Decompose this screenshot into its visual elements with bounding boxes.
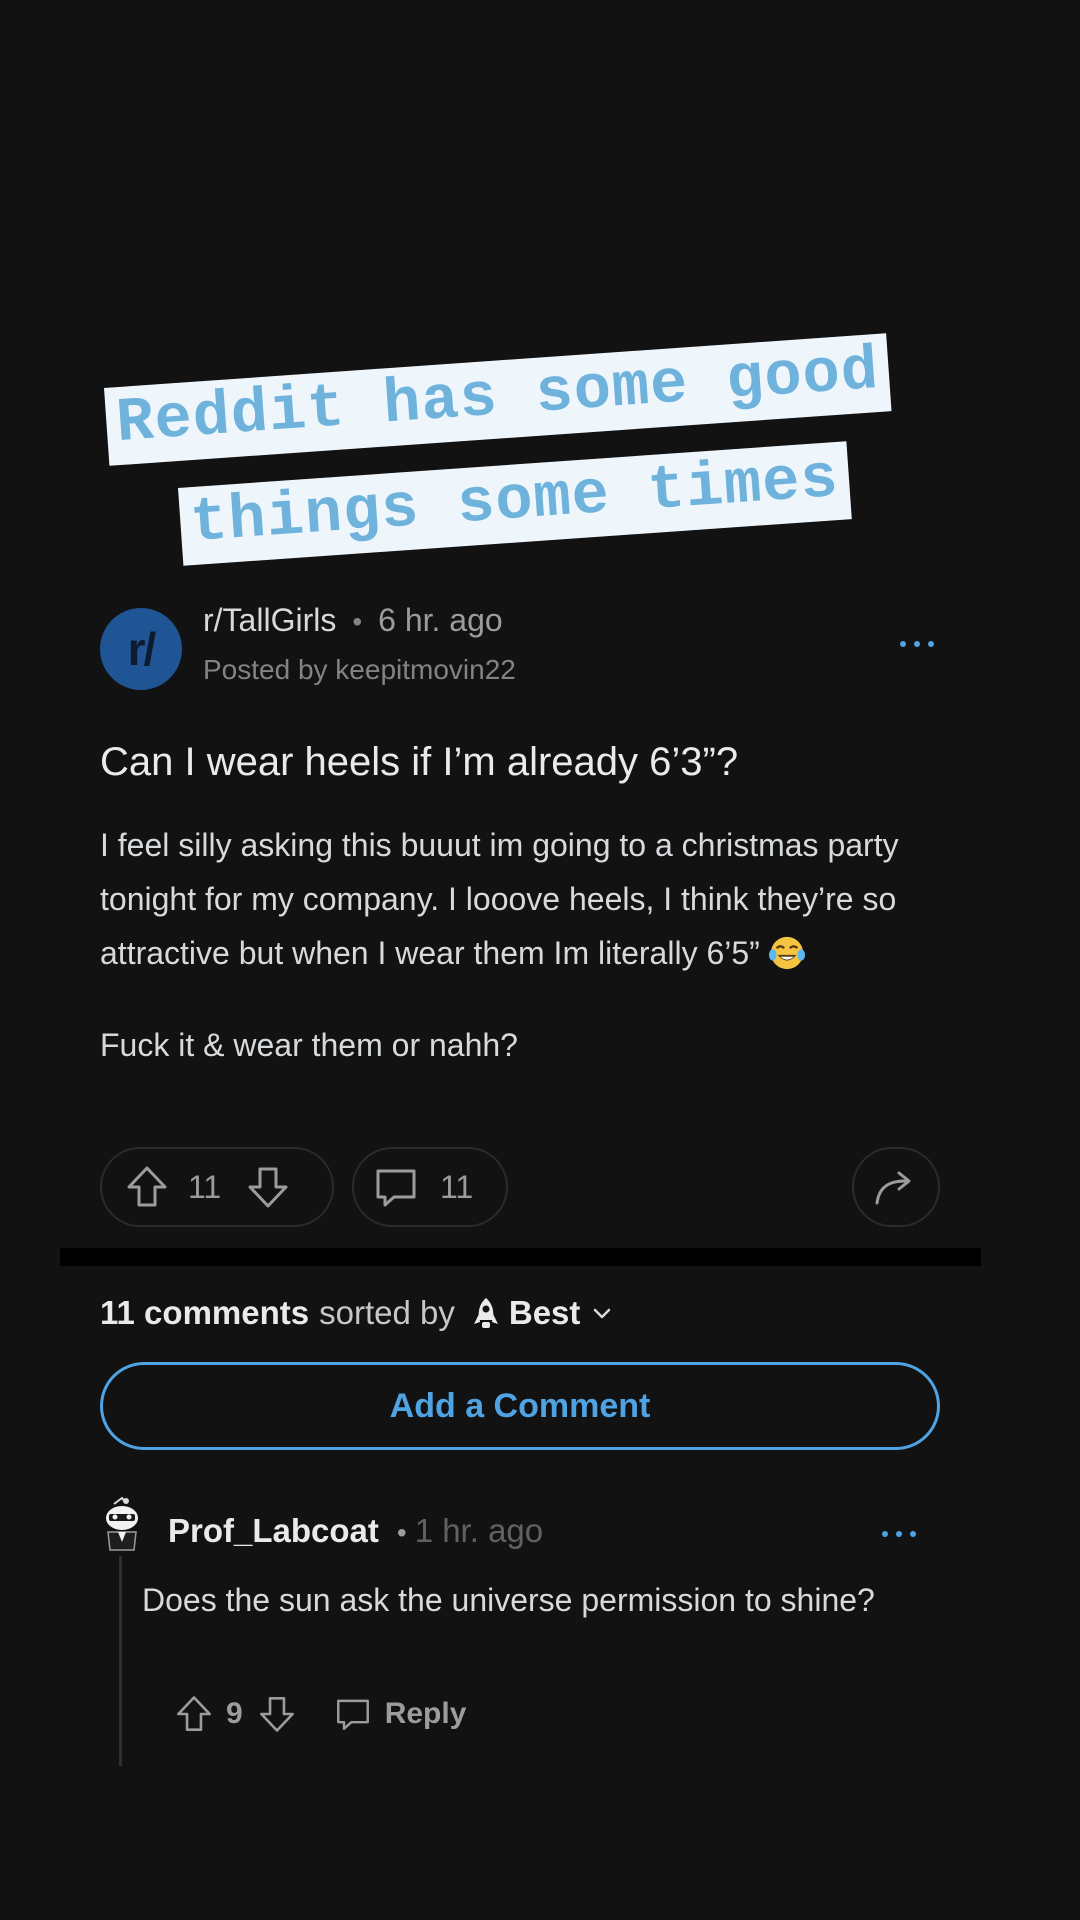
- comment-header: Prof_Labcoat • 1 hr. ago: [168, 1512, 543, 1550]
- vote-control: 11: [100, 1147, 334, 1227]
- subreddit-line: r/TallGirls • 6 hr. ago: [203, 602, 503, 639]
- upvote-icon[interactable]: [124, 1164, 170, 1210]
- comment-vote-count: 9: [226, 1697, 243, 1730]
- comment-author-name[interactable]: Prof_Labcoat: [168, 1512, 379, 1549]
- caption-text-2: things some times: [178, 441, 852, 566]
- comment-actions: 9 Reply: [174, 1694, 466, 1734]
- comments-button[interactable]: 11: [352, 1147, 508, 1227]
- comment-sort-bar: 11 comments sorted by Best: [100, 1294, 614, 1332]
- comment-upvote-icon[interactable]: [174, 1694, 214, 1734]
- comment-count-label: 11 comments: [100, 1294, 310, 1331]
- post-body-paragraph-2: Fuck it & wear them or nahh?: [100, 1027, 518, 1063]
- post-header: r/ r/TallGirls • 6 hr. ago Posted by keepi…: [100, 600, 940, 690]
- reply-bubble-icon[interactable]: [335, 1696, 371, 1732]
- sorted-by-label: sorted by: [319, 1294, 455, 1331]
- post-body-paragraph: I feel silly asking this buuut im going …: [100, 818, 960, 980]
- share-arrow-icon: [873, 1167, 919, 1207]
- post-body: I feel silly asking this buuut im going …: [100, 818, 960, 1072]
- laughing-tears-emoji-icon: [768, 934, 806, 972]
- commenter-avatar[interactable]: [100, 1496, 146, 1556]
- reply-button[interactable]: Reply: [385, 1697, 467, 1731]
- post-title: Can I wear heels if I’m already 6’3”?: [100, 740, 739, 784]
- subreddit-name[interactable]: r/TallGirls: [203, 602, 336, 638]
- comment-count: 11: [440, 1168, 474, 1205]
- comment-thread-line[interactable]: [119, 1556, 122, 1766]
- posted-by[interactable]: Posted by keepitmovin22: [203, 654, 516, 686]
- separator-dot: •: [396, 1517, 407, 1548]
- share-button[interactable]: [852, 1147, 940, 1227]
- section-divider: [60, 1248, 981, 1266]
- vote-count: 11: [188, 1168, 222, 1205]
- subreddit-avatar[interactable]: r/: [100, 608, 182, 690]
- more-options-icon[interactable]: [900, 638, 934, 650]
- chevron-down-icon[interactable]: [590, 1301, 614, 1325]
- comment-downvote-icon[interactable]: [257, 1694, 297, 1734]
- sort-mode[interactable]: Best: [509, 1294, 581, 1332]
- comment-bubble-icon: [374, 1165, 418, 1209]
- story-page: Reddit has some good things some times r…: [0, 0, 1080, 1920]
- caption-sticker-line-2: things some times: [178, 441, 852, 566]
- comment-more-options-icon[interactable]: [882, 1528, 916, 1540]
- separator-dot: •: [352, 606, 363, 637]
- downvote-icon[interactable]: [245, 1164, 291, 1210]
- add-comment-button[interactable]: Add a Comment: [100, 1362, 940, 1450]
- post-time: 6 hr. ago: [378, 602, 503, 638]
- comment-time: 1 hr. ago: [414, 1512, 544, 1549]
- comment-text: Does the sun ask the universe permission…: [142, 1582, 875, 1618]
- rocket-icon[interactable]: [471, 1296, 501, 1330]
